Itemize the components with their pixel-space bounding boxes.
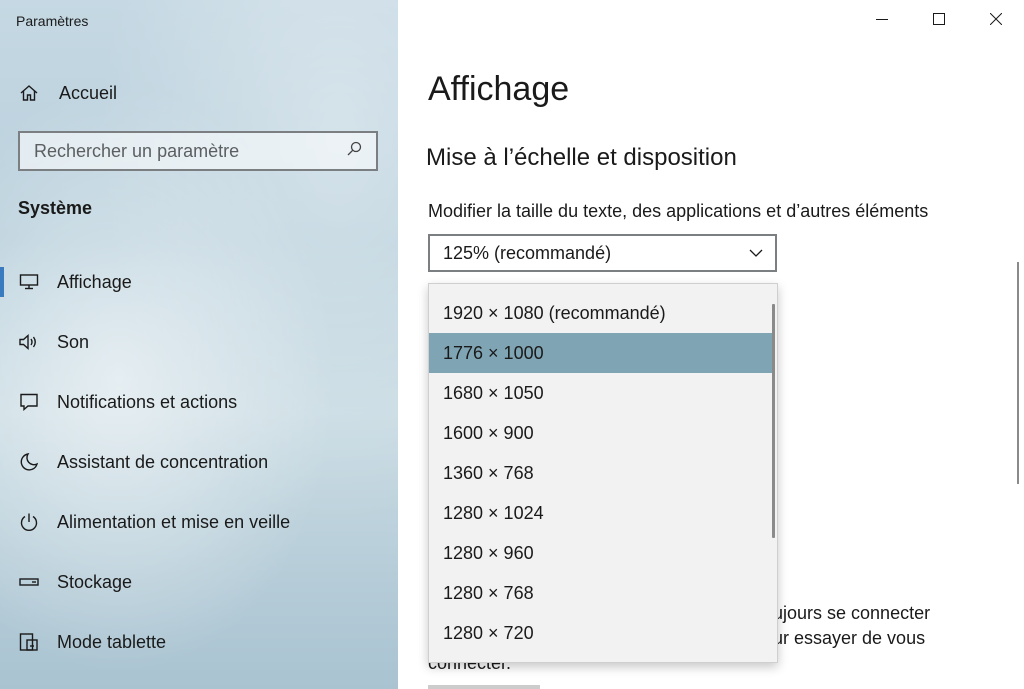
resolution-option[interactable]: 1280 × 1024 [429, 493, 774, 533]
section-title: Mise à l’échelle et disposition [426, 144, 737, 171]
resolution-dropdown-list[interactable]: 1920 × 1080 (recommandé) 1776 × 1000 168… [428, 283, 778, 663]
resolution-option[interactable]: 1280 × 768 [429, 573, 774, 613]
home-icon [18, 82, 40, 104]
main-scrollbar[interactable] [1017, 262, 1019, 484]
resolution-option[interactable]: 1600 × 900 [429, 413, 774, 453]
sidebar-item-son[interactable]: Son [0, 320, 398, 364]
sidebar-item-notifications[interactable]: Notifications et actions [0, 380, 398, 424]
monitor-icon [18, 271, 40, 293]
close-button[interactable] [967, 0, 1024, 42]
speaker-icon [18, 331, 40, 353]
sidebar-item-concentration[interactable]: Assistant de concentration [0, 440, 398, 484]
resolution-option-selected[interactable]: 1776 × 1000 [429, 333, 774, 373]
search-input[interactable] [34, 140, 334, 162]
power-icon [18, 511, 40, 533]
resolution-option[interactable]: 1280 × 720 [429, 613, 774, 653]
storage-icon [18, 571, 40, 593]
resolution-option[interactable]: 1680 × 1050 [429, 373, 774, 413]
close-icon [989, 12, 1002, 30]
resolution-option[interactable]: 1280 × 960 [429, 533, 774, 573]
active-indicator [0, 267, 4, 297]
sidebar-item-affichage[interactable]: Affichage [0, 260, 398, 304]
sidebar: Paramètres Accueil Système Affichage [0, 0, 398, 689]
minimize-icon [875, 12, 888, 30]
maximize-button[interactable] [910, 0, 967, 42]
sidebar-item-label: Stockage [57, 571, 133, 592]
sidebar-item-label: Mode tablette [57, 631, 167, 652]
tablet-icon [18, 631, 40, 653]
home-link[interactable]: Accueil [18, 79, 117, 107]
search-icon[interactable] [346, 141, 362, 162]
home-label: Accueil [59, 82, 118, 103]
sidebar-item-label: Assistant de concentration [57, 451, 269, 472]
sidebar-item-label: Alimentation et mise en veille [57, 511, 291, 532]
sidebar-item-tablette[interactable]: Mode tablette [0, 620, 398, 664]
scale-label: Modifier la taille du texte, des applica… [428, 201, 929, 221]
chevron-down-icon [749, 244, 763, 262]
moon-icon [18, 451, 40, 473]
notification-icon [18, 391, 40, 413]
sidebar-item-label: Affichage [57, 271, 132, 292]
app-title: Paramètres [16, 13, 89, 29]
scale-value: 125% (recommandé) [443, 242, 612, 263]
minimize-button[interactable] [853, 0, 910, 42]
section-label: Système [18, 198, 93, 218]
maximize-icon [932, 12, 945, 30]
scale-dropdown[interactable]: 125% (recommandé) [428, 234, 777, 272]
sidebar-item-label: Notifications et actions [57, 391, 238, 412]
partial-button[interactable] [428, 685, 540, 689]
search-box[interactable] [18, 131, 378, 171]
dropdown-scrollbar[interactable] [772, 304, 775, 538]
resolution-option[interactable]: 1920 × 1080 (recommandé) [429, 293, 774, 333]
resolution-option[interactable]: 1360 × 768 [429, 453, 774, 493]
sidebar-item-stockage[interactable]: Stockage [0, 560, 398, 604]
sidebar-item-alimentation[interactable]: Alimentation et mise en veille [0, 500, 398, 544]
page-title: Affichage [428, 70, 570, 108]
window-controls [853, 0, 1024, 42]
sidebar-item-label: Son [57, 331, 90, 352]
